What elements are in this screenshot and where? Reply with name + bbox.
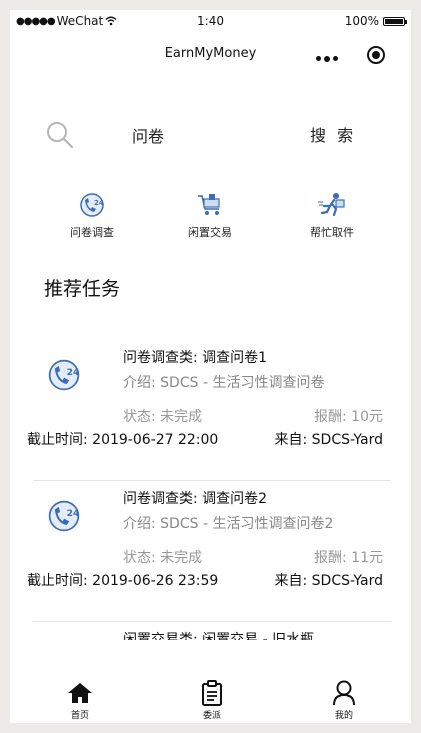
- more-options-icon[interactable]: [316, 55, 338, 62]
- status-bar: ●●●●● WeChat 1:40 100%: [10, 10, 411, 32]
- battery-percent: 100%: [344, 14, 379, 28]
- category-pickup-label: 帮忙取件: [310, 226, 354, 239]
- recommended-tasks-title: 推荐任务: [44, 278, 121, 300]
- task-title: 问卷调查类: 调查问卷1: [123, 350, 268, 366]
- task-deadline: 截止时间: 2019-06-27 22:00: [27, 432, 219, 448]
- tab-assign[interactable]: 委派: [172, 679, 252, 721]
- category-pickup[interactable]: 帮忙取件: [287, 190, 377, 240]
- survey-24h-icon: 24: [48, 500, 80, 532]
- category-row: 24 问卷调查 闲置交易 帮忙取件: [10, 190, 411, 250]
- battery-fill: [385, 18, 403, 24]
- task-reward: 报酬: 11元: [314, 550, 383, 566]
- survey-24h-icon: 24: [80, 193, 104, 217]
- nav-title: EarnMyMoney: [164, 46, 257, 61]
- category-survey[interactable]: 24 问卷调查: [47, 190, 137, 240]
- task-status: 状态: 未完成: [123, 409, 203, 425]
- category-trade-label: 闲置交易: [188, 226, 232, 239]
- tab-assign-label: 委派: [202, 711, 221, 721]
- home-icon: [68, 683, 92, 703]
- clipboard-icon: [202, 680, 222, 706]
- tab-home[interactable]: 首页: [40, 679, 120, 721]
- category-trade[interactable]: 闲置交易: [165, 190, 255, 240]
- task-reward: 报酬: 10元: [314, 409, 383, 425]
- category-survey-label: 问卷调查: [70, 226, 114, 239]
- status-right: 100%: [344, 14, 407, 28]
- task-card[interactable]: 24 问卷调查类: 调查问卷1 介绍: SDCS - 生活习性调查问卷 状态: …: [27, 340, 391, 481]
- delivery-runner-icon: [318, 193, 345, 217]
- svg-text:24: 24: [67, 368, 80, 378]
- task-intro: 介绍: SDCS - 生活习性调查问卷: [123, 375, 325, 391]
- tab-home-label: 首页: [70, 711, 89, 721]
- close-miniprogram-icon[interactable]: [367, 46, 385, 64]
- task-from: 来自: SDCS-Yard: [274, 432, 384, 448]
- battery-icon: [383, 16, 407, 26]
- svg-text:24: 24: [67, 509, 80, 519]
- tab-bar: 首页 委派 我的: [10, 673, 411, 723]
- user-icon: [333, 680, 355, 706]
- task-card[interactable]: 闲置交易类: 闲置交易 - 旧水瓶: [33, 622, 391, 640]
- survey-24h-icon: 24: [48, 359, 80, 391]
- svg-text:24: 24: [94, 199, 104, 207]
- tab-mine-label: 我的: [334, 711, 353, 721]
- task-list: 24 问卷调查类: 调查问卷1 介绍: SDCS - 生活习性调查问卷 状态: …: [10, 340, 411, 640]
- task-status: 状态: 未完成: [123, 550, 203, 566]
- task-intro: 介绍: SDCS - 生活习性调查问卷2: [123, 516, 334, 532]
- shopping-cart-icon: [198, 194, 220, 215]
- task-title: 问卷调查类: 调查问卷2: [123, 491, 268, 507]
- search-button[interactable]: 搜 索: [310, 122, 356, 146]
- search-bar: 搜 索: [10, 118, 411, 154]
- task-card[interactable]: 24 问卷调查类: 调查问卷2 介绍: SDCS - 生活习性调查问卷2 状态:…: [27, 481, 391, 622]
- nav-bar: EarnMyMoney: [10, 32, 411, 78]
- search-icon: [47, 122, 74, 149]
- phone-screen: ●●●●● WeChat 1:40 100% EarnMyMoney 搜 索: [10, 10, 411, 723]
- search-input[interactable]: [110, 120, 292, 150]
- task-title: 闲置交易类: 闲置交易 - 旧水瓶: [123, 632, 315, 640]
- task-deadline: 截止时间: 2019-06-26 23:59: [27, 573, 219, 589]
- tab-mine[interactable]: 我的: [304, 679, 384, 721]
- task-from: 来自: SDCS-Yard: [274, 573, 384, 589]
